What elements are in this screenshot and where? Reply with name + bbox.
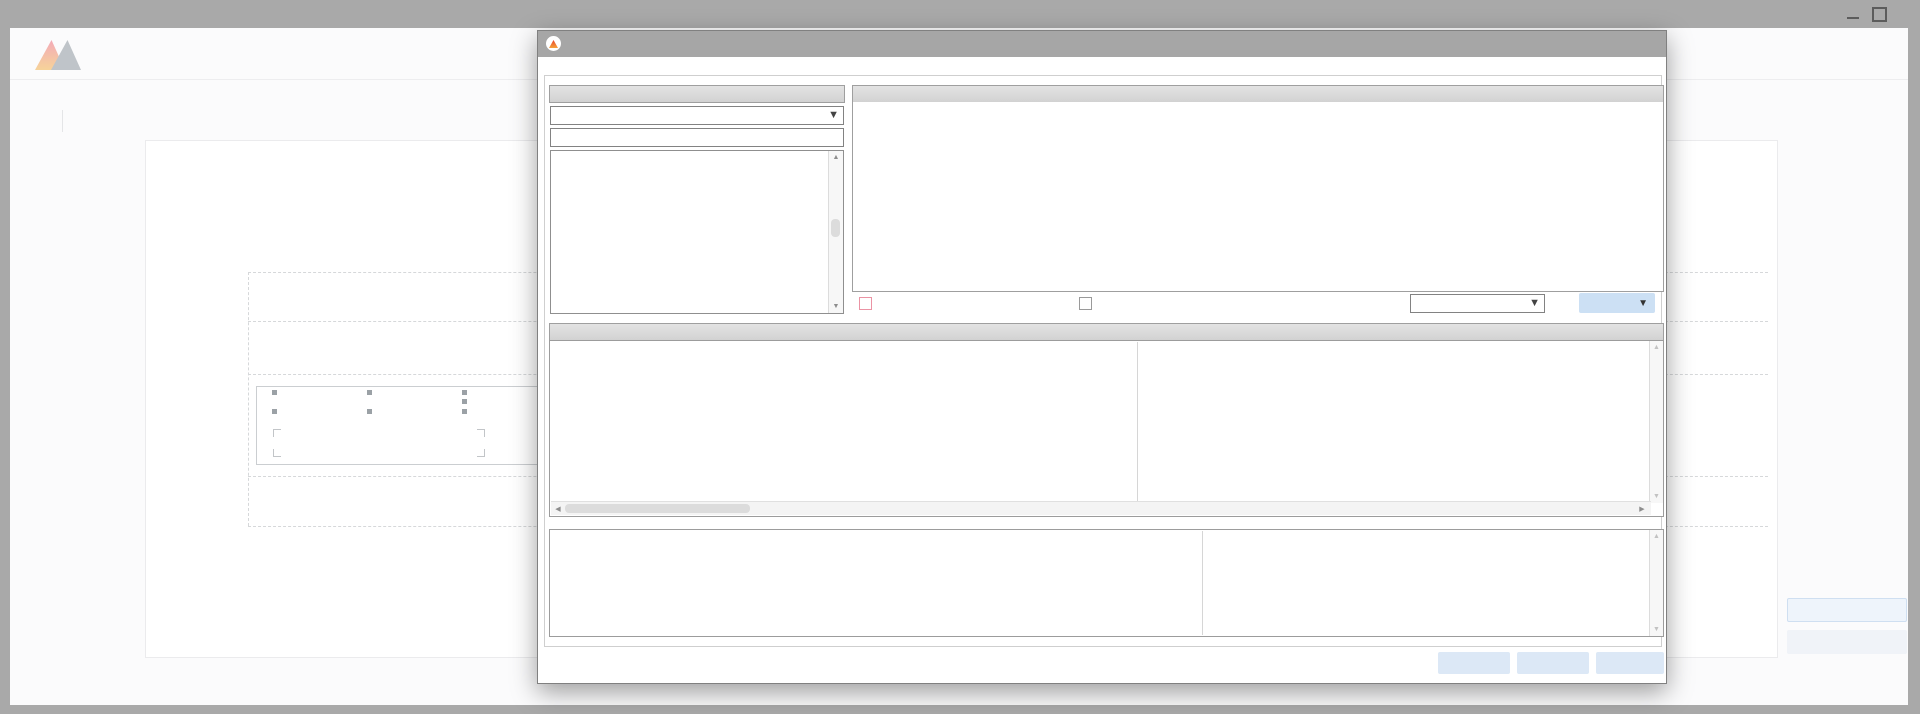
- scroll-up-icon[interactable]: ▲: [829, 154, 843, 161]
- scrollbar-thumb[interactable]: [831, 219, 840, 237]
- edit-vscrollbar[interactable]: ▲ ▼: [1649, 530, 1663, 636]
- aggregation-tool-icon[interactable]: [464, 187, 490, 196]
- band-left-dashed-line: [248, 272, 249, 526]
- cancel-button[interactable]: [1517, 652, 1589, 674]
- discard-changes-button[interactable]: [1787, 630, 1907, 654]
- sort-by-description-checkbox[interactable]: [1079, 297, 1092, 310]
- maximize-icon[interactable]: [1869, 4, 1889, 24]
- active-tab-underline: [258, 135, 308, 138]
- data-items-header: [852, 85, 1664, 103]
- ok-button[interactable]: [1438, 652, 1510, 674]
- window-close-icon[interactable]: [1895, 4, 1915, 24]
- window-title-bar: [0, 0, 1920, 28]
- function-list-scrollbar[interactable]: ▲ ▼: [828, 151, 843, 313]
- add-button[interactable]: ▼: [1579, 293, 1655, 313]
- scroll-down-icon[interactable]: ▼: [829, 303, 843, 310]
- parent-object-select[interactable]: ▼: [1410, 294, 1545, 313]
- abra-dialog-icon: [546, 36, 561, 51]
- function-list: ▲ ▼: [550, 150, 844, 314]
- expression-dialog: ▼ ▲ ▼ ✓ ▼ ▼: [537, 30, 1667, 684]
- description-vscrollbar[interactable]: ▲ ▼: [1649, 341, 1663, 503]
- save-button[interactable]: [1787, 598, 1907, 622]
- screen: ▼ ▲ ▼ ✓ ▼ ▼: [0, 0, 1920, 714]
- functions-header: [549, 85, 845, 103]
- scroll-up-icon[interactable]: ▲: [1650, 533, 1663, 540]
- description-hscrollbar[interactable]: ◀ ▶: [551, 501, 1651, 515]
- expression-edit-area[interactable]: ▲ ▼: [549, 529, 1664, 637]
- canvas-left-rule: [198, 219, 200, 649]
- minimize-icon[interactable]: [1843, 4, 1863, 24]
- edit-column-divider: [1202, 531, 1203, 635]
- alphabet-checkbox[interactable]: ✓: [859, 297, 872, 310]
- abra-logo: [35, 36, 165, 78]
- function-description-area: ▲ ▼ ◀ ▶: [549, 340, 1664, 517]
- function-filter-input[interactable]: [550, 128, 844, 147]
- function-description-header: [549, 323, 1664, 341]
- chevron-down-icon: ▼: [1638, 298, 1648, 309]
- scroll-down-icon[interactable]: ▼: [1650, 493, 1663, 500]
- scroll-down-icon[interactable]: ▼: [1650, 626, 1663, 633]
- scroll-right-icon[interactable]: ▶: [1637, 505, 1647, 513]
- scrollbar-thumb[interactable]: [565, 504, 750, 513]
- chevron-down-icon: ▼: [1529, 297, 1540, 309]
- scroll-up-icon[interactable]: ▲: [1650, 344, 1663, 351]
- help-button[interactable]: [1596, 652, 1664, 674]
- description-column-divider: [1137, 342, 1138, 502]
- scroll-left-icon[interactable]: ◀: [553, 505, 563, 513]
- function-category-select[interactable]: ▼: [550, 106, 844, 125]
- chevron-down-icon: ▼: [828, 109, 839, 121]
- sidebar-divider: [62, 110, 63, 132]
- dialog-title-bar: [538, 31, 1666, 57]
- data-items-tree: [852, 102, 1664, 292]
